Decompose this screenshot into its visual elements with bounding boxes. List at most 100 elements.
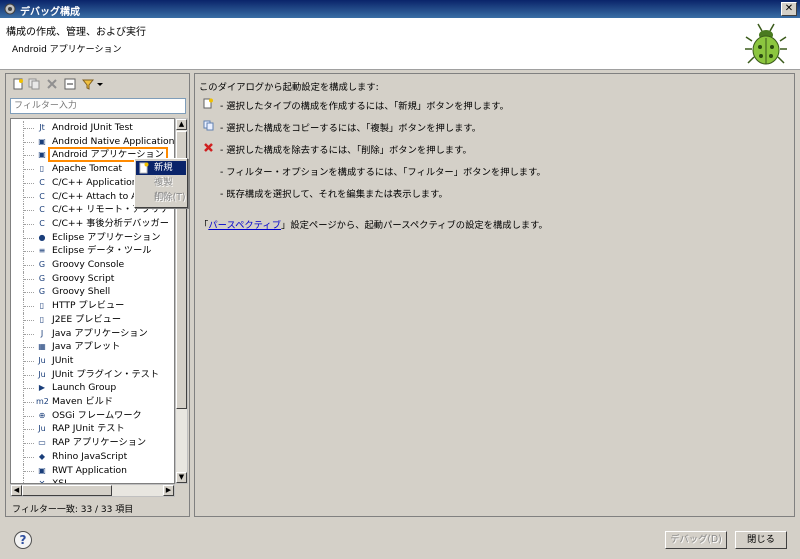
tree-connector bbox=[23, 189, 35, 204]
applet-icon: ▦ bbox=[38, 342, 46, 352]
tree-item-label: Maven ビルド bbox=[52, 396, 113, 407]
tree-item[interactable]: G Groovy Console bbox=[11, 258, 174, 272]
menu-item-new[interactable]: 新規(W) bbox=[136, 161, 186, 187]
tree-item-label: Groovy Console bbox=[52, 259, 125, 270]
tree-item[interactable]: m2 Maven ビルド bbox=[11, 395, 174, 409]
scroll-right-button[interactable]: ▶ bbox=[163, 485, 174, 496]
app-icon: ▣ bbox=[38, 150, 46, 160]
osgi-icon: ⊕ bbox=[38, 410, 46, 420]
perspective-link[interactable]: パースペクティブ bbox=[208, 220, 281, 231]
filter-icon[interactable] bbox=[82, 78, 94, 90]
tree-connector bbox=[23, 134, 35, 149]
tree-item-label: RWT Application bbox=[52, 464, 127, 476]
tree-item[interactable]: Ju JUnit bbox=[11, 353, 174, 368]
tree-connector bbox=[23, 477, 35, 483]
cpp-icon: C bbox=[39, 191, 45, 201]
junit-icon: Ju bbox=[38, 369, 46, 379]
menu-item-delete[interactable]: 削除(T) bbox=[136, 191, 186, 205]
tree-item[interactable]: ▣ RWT Application bbox=[11, 463, 174, 478]
tree-item-label: J2EE プレビュー bbox=[52, 313, 122, 325]
tree-item[interactable]: ▣ Android Native Application bbox=[11, 134, 174, 149]
tree-item[interactable]: ✕ XSL bbox=[11, 477, 174, 483]
duplicate-icon[interactable] bbox=[28, 78, 40, 90]
tree-item[interactable]: Ju JUnit プラグイン・テスト bbox=[11, 367, 174, 382]
tree-connector bbox=[23, 395, 35, 409]
launch-group-icon: ▶ bbox=[38, 383, 46, 393]
tree-item-label: Java アプレット bbox=[52, 341, 121, 353]
menu-item-duplicate[interactable]: 複製(D) bbox=[136, 176, 186, 202]
tree-connector bbox=[23, 162, 35, 177]
tree-connector bbox=[23, 271, 35, 286]
tree-item-label: Groovy Script bbox=[52, 272, 115, 284]
horizontal-scroll-thumb[interactable] bbox=[22, 485, 112, 496]
java-app-icon: J bbox=[40, 328, 44, 338]
configuration-panel: Jt Android JUnit Test ▣ Android Native Appl… bbox=[5, 73, 190, 517]
tree-item-label: Java アプリケーション bbox=[52, 327, 148, 339]
tree-connector bbox=[23, 175, 35, 190]
delete-icon[interactable] bbox=[46, 78, 58, 90]
junit-icon: Ju bbox=[38, 355, 46, 365]
tree-item[interactable]: ▯ HTTP プレビュー bbox=[11, 299, 174, 314]
tree-item[interactable]: C C/C++ 事後分析デバッガー bbox=[11, 216, 174, 231]
tree-item-label: C/C++ Application bbox=[52, 176, 138, 188]
scroll-up-button[interactable]: ▲ bbox=[176, 119, 187, 130]
tree-connector bbox=[23, 463, 35, 478]
chevron-down-icon[interactable] bbox=[96, 78, 104, 90]
debug-bug-icon bbox=[745, 23, 787, 65]
rhino-icon: ◆ bbox=[38, 451, 46, 461]
filter-input[interactable] bbox=[10, 98, 186, 114]
dialog-header: 構成の作成、管理、および実行 Android アプリケーション bbox=[0, 18, 800, 70]
tree-item[interactable]: ▯ J2EE プレビュー bbox=[11, 312, 174, 327]
tree-connector bbox=[23, 285, 35, 300]
new-config-icon[interactable] bbox=[12, 78, 24, 90]
tree-horizontal-scrollbar[interactable]: ◀ ▶ bbox=[10, 484, 175, 497]
tree-connector bbox=[23, 244, 35, 259]
tree-item[interactable]: G Groovy Shell bbox=[11, 285, 174, 300]
tree-connector bbox=[23, 148, 35, 163]
help-button[interactable]: ? bbox=[14, 531, 32, 549]
tree-connector bbox=[23, 258, 35, 272]
tree-item[interactable]: Jt Android JUnit Test bbox=[11, 121, 174, 135]
close-button[interactable]: 閉じる bbox=[735, 531, 787, 549]
maven-icon: m2 bbox=[36, 397, 49, 406]
tree-connector bbox=[23, 230, 35, 245]
collapse-all-icon[interactable] bbox=[64, 78, 76, 90]
tree-connector bbox=[23, 312, 35, 327]
debug-gear-icon bbox=[4, 3, 16, 15]
junit-icon: Jt bbox=[39, 123, 45, 132]
tree-item-label: Apache Tomcat bbox=[52, 163, 123, 175]
scroll-left-button[interactable]: ◀ bbox=[11, 485, 22, 496]
tree-item-label: JUnit プラグイン・テスト bbox=[52, 368, 160, 380]
new-config-icon bbox=[203, 98, 213, 109]
tree-item[interactable]: ● Eclipse アプリケーション bbox=[11, 230, 174, 245]
database-icon: ≡ bbox=[38, 246, 46, 256]
delete-icon bbox=[204, 143, 213, 152]
tree-connector bbox=[23, 408, 35, 423]
tree-item[interactable]: J Java アプリケーション bbox=[11, 326, 174, 341]
config-toolbar bbox=[6, 74, 189, 94]
tree-item[interactable]: ▦ Java アプレット bbox=[11, 340, 174, 355]
tree-item[interactable]: ⊕ OSGi フレームワーク bbox=[11, 408, 174, 423]
tree-item[interactable]: ◆ Rhino JavaScript bbox=[11, 449, 174, 464]
server-icon: ▯ bbox=[39, 164, 45, 174]
groovy-icon: G bbox=[38, 260, 46, 269]
tree-connector bbox=[23, 299, 35, 314]
tree-item-label: Eclipse アプリケーション bbox=[52, 231, 161, 243]
close-window-button[interactable]: ✕ bbox=[781, 2, 797, 16]
debug-button[interactable]: デバッグ(D) bbox=[665, 531, 727, 549]
tree-item-label: OSGi フレームワーク bbox=[52, 409, 142, 421]
tree-item[interactable]: ≡ Eclipse データ・ツール bbox=[11, 244, 174, 259]
cpp-icon: C bbox=[39, 205, 45, 215]
tree-connector bbox=[23, 381, 35, 396]
tree-item[interactable]: ▭ RAP アプリケーション bbox=[11, 436, 174, 451]
rap-icon: ▭ bbox=[38, 438, 46, 448]
tree-item-label: Eclipse データ・ツール bbox=[52, 245, 152, 257]
tree-item[interactable]: Ju RAP JUnit テスト bbox=[11, 422, 174, 437]
tree-item[interactable]: ▶ Launch Group bbox=[11, 381, 174, 396]
scroll-down-button[interactable]: ▼ bbox=[176, 472, 187, 483]
filter-status: フィルター一致: 33 / 33 項目 bbox=[12, 505, 134, 515]
tree-connector bbox=[23, 121, 35, 135]
tree-item[interactable]: G Groovy Script bbox=[11, 271, 174, 286]
window-title: デバッグ構成 bbox=[20, 7, 80, 18]
tree-connector bbox=[23, 353, 35, 368]
